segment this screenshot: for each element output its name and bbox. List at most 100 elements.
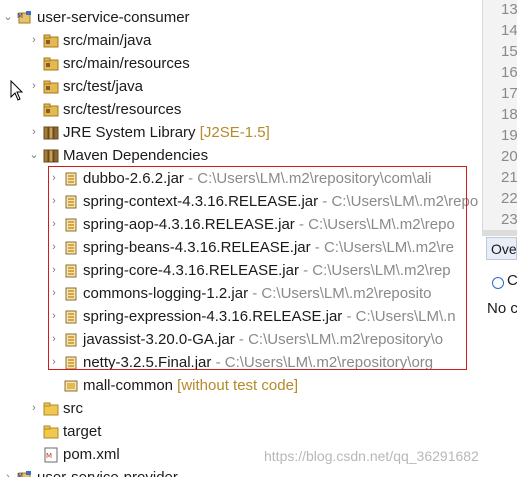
item-decoration: - C:\Users\LM\.m2\re [310,239,454,256]
jar-icon [63,309,79,325]
collapsed-arrow-icon[interactable]: › [48,328,60,351]
collapsed-arrow-icon[interactable]: › [48,259,60,282]
item-name: user-service-consumer [37,9,190,26]
tree-item-label: src/main/java [63,29,151,52]
tree-root-project[interactable]: ⌄ Muser-service-consumer [0,6,482,29]
tree-item-label: pom.xml [63,443,120,466]
dependency-jar-3[interactable]: › spring-beans-4.3.16.RELEASE.jar - C:\Us… [0,236,482,259]
item-name: spring-beans-4.3.16.RELEASE.jar [83,239,311,256]
tree-after-1[interactable]: › src [0,397,482,420]
tree-item-1[interactable]: src/main/resources [0,52,482,75]
collapsed-arrow-icon[interactable]: › [48,236,60,259]
collapsed-arrow-icon[interactable]: › [48,190,60,213]
console-icon [492,277,504,289]
item-name: spring-core-4.3.16.RELEASE.jar [83,262,299,279]
tree-item-2[interactable]: › src/test/java [0,75,482,98]
watermark: https://blog.csdn.net/qq_36291682 [264,448,479,464]
folder-icon [43,424,59,440]
item-name: user-service-provider [37,469,178,477]
tree-item-label: spring-aop-4.3.16.RELEASE.jar - C:\Users… [83,213,455,236]
tree-item-label: Maven Dependencies [63,144,208,167]
line-number: 23 [501,211,517,228]
panel-message: No c [487,300,517,317]
collapsed-arrow-icon[interactable]: › [48,213,60,236]
tree-after-0[interactable]: mall-common [without test code] [0,374,482,397]
item-name: netty-3.2.5.Final.jar [83,354,212,371]
tree-item-label: commons-logging-1.2.jar - C:\Users\LM\.m… [83,282,431,305]
item-name: dubbo-2.6.2.jar [83,170,184,187]
line-number: 17 [501,85,517,102]
item-name: target [63,423,102,440]
editor-line-gutter: 13 14 15 16 17 18 19 20 21 22 23 [482,0,517,230]
collapsed-arrow-icon[interactable]: › [28,29,40,52]
collapsed-arrow-icon[interactable]: › [2,466,14,477]
collapsed-arrow-icon[interactable]: › [28,121,40,144]
dependency-jar-6[interactable]: › spring-expression-4.3.16.RELEASE.jar - … [0,305,482,328]
item-name: Maven Dependencies [63,147,209,164]
library-icon [43,148,59,164]
jar-icon [63,286,79,302]
item-name: spring-aop-4.3.16.RELEASE.jar [83,216,295,233]
item-name: spring-expression-4.3.16.RELEASE.jar [83,308,343,325]
tree-after-2[interactable]: target [0,420,482,443]
library-icon [43,125,59,141]
item-decoration: [without test code] [173,377,299,394]
tree-item-5[interactable]: ⌄ Maven Dependencies [0,144,482,167]
tree-after-4[interactable]: ›Muser-service-provider [0,466,482,477]
panel-separator[interactable] [482,230,517,236]
dependency-jar-4[interactable]: › spring-core-4.3.16.RELEASE.jar - C:\Use… [0,259,482,282]
item-decoration: - C:\Users\LM\.m2\repo [318,193,479,210]
collapsed-arrow-icon[interactable]: › [28,397,40,420]
collapsed-arrow-icon[interactable]: › [48,282,60,305]
tree-item-label: src [63,397,83,420]
source-folder-icon [43,33,59,49]
collapsed-arrow-icon[interactable]: › [48,167,60,190]
line-number: 15 [501,43,517,60]
jar-icon [63,171,79,187]
collapsed-arrow-icon[interactable]: › [28,75,40,98]
item-name: javassist-3.20.0-GA.jar [83,331,235,348]
dependency-jar-7[interactable]: › javassist-3.20.0-GA.jar - C:\Users\LM\.… [0,328,482,351]
dependency-jar-1[interactable]: › spring-context-4.3.16.RELEASE.jar - C:\… [0,190,482,213]
line-number: 14 [501,22,517,39]
svg-text:M: M [46,452,52,460]
tree-item-4[interactable]: › JRE System Library [J2SE-1.5] [0,121,482,144]
dependency-jar-8[interactable]: › netty-3.2.5.Final.jar - C:\Users\LM\.m2… [0,351,482,374]
xml-file-icon: M [43,447,59,463]
item-name: mall-common [83,377,174,394]
collapsed-arrow-icon[interactable]: › [48,305,60,328]
tree-item-label: spring-context-4.3.16.RELEASE.jar - C:\U… [83,190,478,213]
folder-icon [43,401,59,417]
project-explorer-tree: ⌄ Muser-service-consumer › src/main/java src… [0,0,482,477]
source-folder-icon [43,79,59,95]
tree-item-0[interactable]: › src/main/java [0,29,482,52]
expanded-arrow-icon[interactable]: ⌄ [2,6,14,29]
dependency-jar-5[interactable]: › commons-logging-1.2.jar - C:\Users\LM\.… [0,282,482,305]
dependency-jar-2[interactable]: › spring-aop-4.3.16.RELEASE.jar - C:\User… [0,213,482,236]
tab-overview[interactable]: Ove [486,237,517,260]
tree-item-3[interactable]: src/test/resources [0,98,482,121]
item-name: src/test/resources [63,101,182,118]
item-name: JRE System Library [63,124,196,141]
item-name: src/main/java [63,32,152,49]
item-decoration: - C:\Users\LM\.m2\repository\org [211,354,434,371]
dependency-jar-0[interactable]: › dubbo-2.6.2.jar - C:\Users\LM\.m2\repos… [0,167,482,190]
jar-icon [63,194,79,210]
line-number: 19 [501,127,517,144]
item-decoration: [J2SE-1.5] [195,124,270,141]
tree-item-label: user-service-provider [37,466,178,477]
collapsed-arrow-icon[interactable]: › [48,351,60,374]
item-decoration: - C:\Users\LM\.m2\repo [294,216,455,233]
item-decoration: - C:\Users\LM\.m2\rep [298,262,451,279]
item-decoration: - C:\Users\LM\.m2\repository\com\ali [183,170,432,187]
maven-project-icon: M [17,470,33,477]
tree-item-label: src/test/java [63,75,143,98]
line-number: 13 [501,1,517,18]
item-name: spring-context-4.3.16.RELEASE.jar [83,193,319,210]
line-number: 22 [501,190,517,207]
expanded-arrow-icon[interactable]: ⌄ [28,144,40,167]
maven-project-icon: M [17,10,33,26]
tree-item-label: spring-beans-4.3.16.RELEASE.jar - C:\Use… [83,236,454,259]
tree-item-label: user-service-consumer [37,6,190,29]
line-number: 20 [501,148,517,165]
